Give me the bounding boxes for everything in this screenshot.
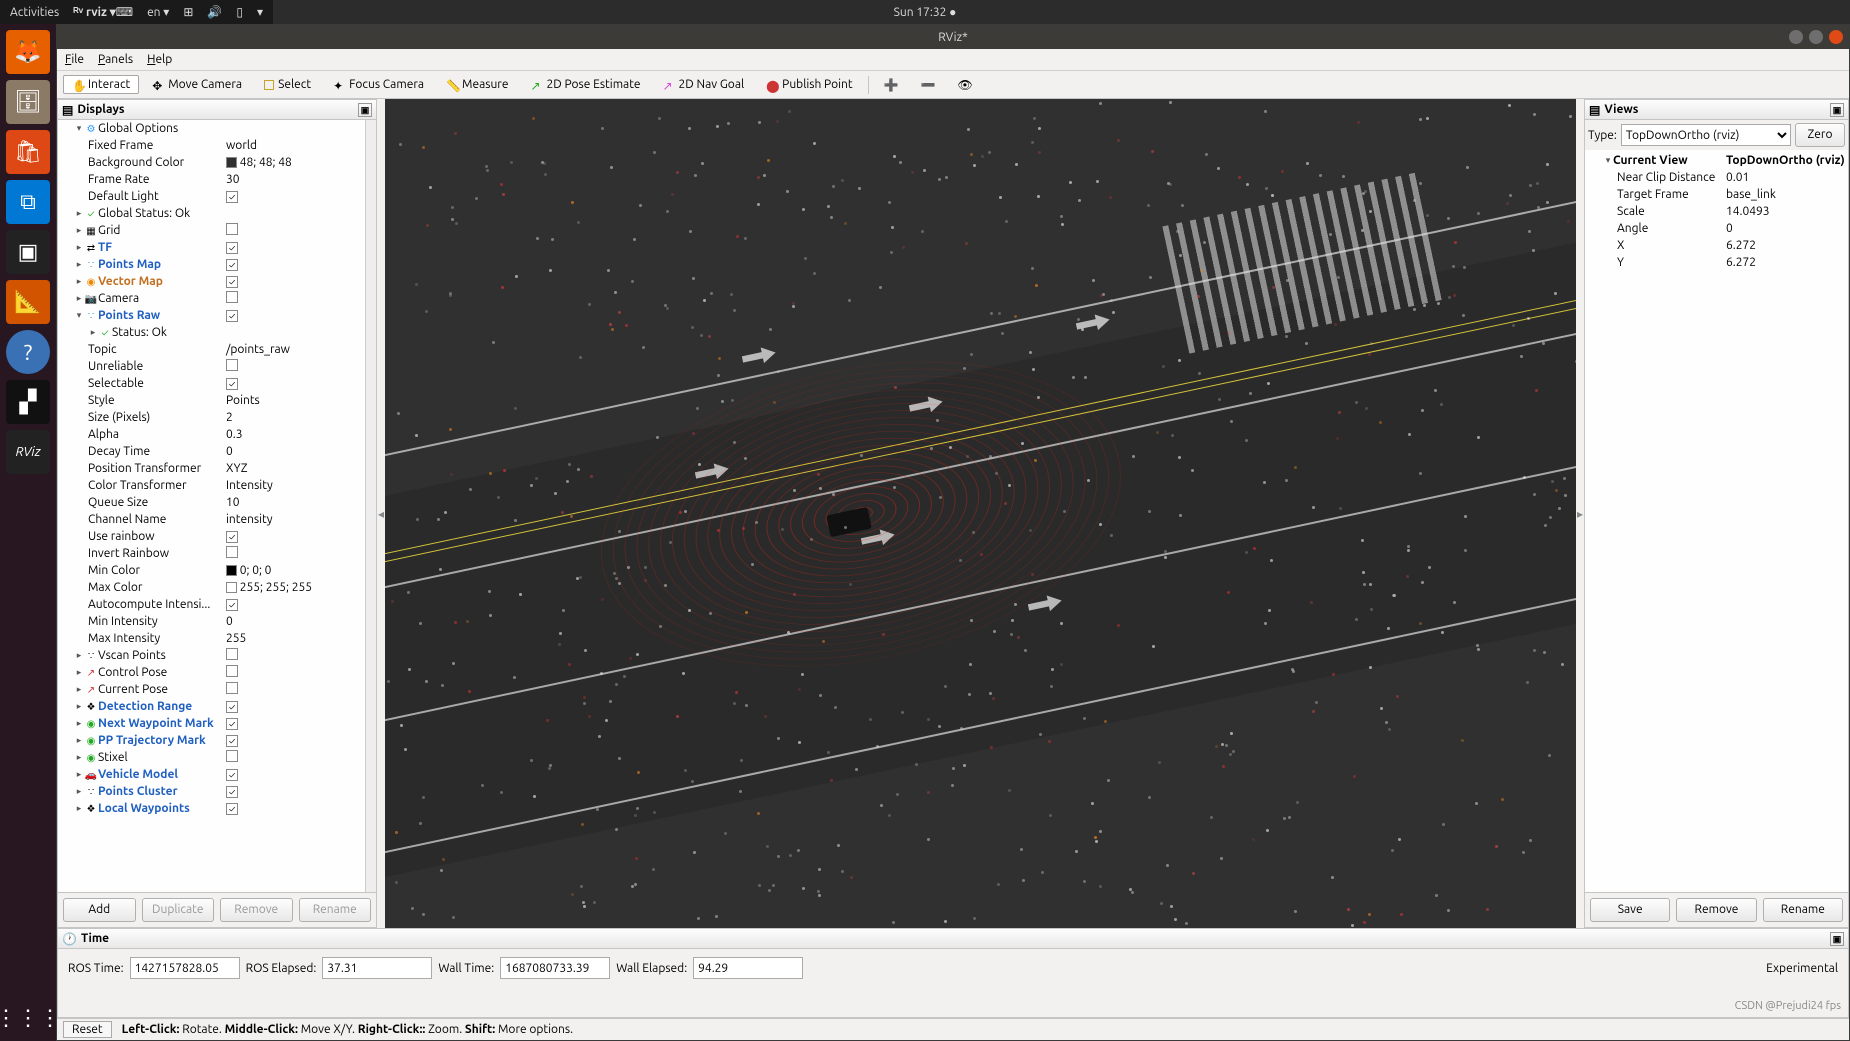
- dock-software[interactable]: 🛍: [6, 130, 50, 174]
- clock-icon: 🕐: [62, 932, 77, 946]
- select-icon: [264, 80, 274, 90]
- arrow-green-icon: ↗: [530, 79, 542, 91]
- wall-time-label: Wall Time:: [438, 962, 494, 975]
- ros-time-label: ROS Time:: [68, 962, 124, 975]
- tool-publish-point[interactable]: ⬤Publish Point: [757, 75, 861, 94]
- app-menu[interactable]: ᴿᵛ rviz ▾: [73, 5, 116, 19]
- time-panel: 🕐 Time ▣ ROS Time: ROS Elapsed: Wall Time:…: [57, 928, 1849, 1018]
- dock-autoware[interactable]: ▞: [6, 380, 50, 424]
- dock-help[interactable]: ?: [6, 330, 50, 374]
- close-icon[interactable]: [1829, 30, 1843, 44]
- tool-toggle-display[interactable]: 👁: [949, 75, 982, 95]
- minimize-icon[interactable]: [1789, 30, 1803, 44]
- splitter-right[interactable]: ▸: [1576, 99, 1584, 928]
- tool-2d-pose-estimate[interactable]: ↗2D Pose Estimate: [521, 75, 649, 94]
- clock[interactable]: Sun 17:32 ●: [894, 5, 957, 19]
- displays-close-icon[interactable]: ▣: [358, 103, 372, 117]
- checkbox[interactable]: ✓: [226, 191, 238, 203]
- arrow-pink-icon: ↗: [663, 79, 675, 91]
- zero-button[interactable]: Zero: [1795, 123, 1845, 147]
- watermark: CSDN @Prejudi24 fps: [1735, 1000, 1841, 1012]
- dock-files[interactable]: 🗄: [6, 80, 50, 124]
- activities-button[interactable]: Activities: [10, 6, 59, 19]
- menu-help[interactable]: Help: [147, 53, 172, 66]
- ros-elapsed-field[interactable]: [322, 957, 432, 979]
- tool-add-display[interactable]: ➕: [875, 75, 908, 95]
- eye-icon: 👁: [958, 78, 973, 92]
- displays-tree[interactable]: ▾⚙Global Options Fixed Frameworld Backgr…: [58, 120, 376, 892]
- ros-elapsed-label: ROS Elapsed:: [246, 962, 317, 975]
- experimental-label: Experimental: [1766, 962, 1838, 975]
- tool-measure[interactable]: 📏Measure: [437, 75, 517, 94]
- wall-elapsed-field[interactable]: [693, 957, 803, 979]
- keyboard-icon[interactable]: ⌨: [116, 5, 133, 19]
- views-title: Views: [1604, 103, 1638, 116]
- dock-firefox[interactable]: 🦊: [6, 30, 50, 74]
- minus-icon: ➖: [921, 78, 936, 92]
- lang-indicator[interactable]: en ▾: [147, 5, 169, 19]
- show-applications-icon[interactable]: ⋮⋮⋮: [0, 1005, 61, 1031]
- views-close-icon[interactable]: ▣: [1830, 103, 1844, 117]
- network-icon[interactable]: ⊞: [183, 5, 193, 19]
- views-save-button[interactable]: Save: [1590, 898, 1670, 922]
- tool-2d-nav-goal[interactable]: ↗2D Nav Goal: [654, 75, 754, 94]
- dock: 🦊 🗄 🛍 ⧉ ▣ 📐 ? ▞ RViz ⋮⋮⋮: [0, 24, 56, 1041]
- window-titlebar[interactable]: RViz*: [57, 25, 1849, 49]
- menu-panels[interactable]: Panels: [98, 53, 133, 66]
- views-panel: ▤ Views ▣ Type: TopDownOrtho (rviz) Zero ▾…: [1584, 99, 1849, 928]
- hand-icon: ✋: [72, 79, 84, 91]
- scrollbar[interactable]: [365, 120, 376, 892]
- scene: [385, 99, 1576, 928]
- time-close-icon[interactable]: ▣: [1830, 932, 1844, 946]
- duplicate-button[interactable]: Duplicate: [142, 898, 215, 922]
- time-title: Time: [81, 932, 109, 945]
- add-button[interactable]: Add: [63, 898, 136, 922]
- rviz-window: RViz* File Panels Help ✋Interact ✥Move C…: [56, 24, 1850, 1041]
- displays-panel: ▤ Displays ▣ ▾⚙Global Options Fixed Framew…: [57, 99, 377, 928]
- menubar: File Panels Help: [57, 49, 1849, 71]
- pin-icon: ⬤: [766, 79, 778, 91]
- plus-icon: ➕: [884, 78, 899, 92]
- move-icon: ✥: [152, 79, 164, 91]
- tool-focus[interactable]: ✦Focus Camera: [324, 75, 433, 94]
- dock-terminal[interactable]: ▣: [6, 230, 50, 274]
- ros-time-field[interactable]: [130, 957, 240, 979]
- panel-icon: ▤: [62, 103, 73, 117]
- volume-icon[interactable]: 🔊: [207, 5, 222, 19]
- toolbar: ✋Interact ✥Move Camera Select ✦Focus Cam…: [57, 71, 1849, 99]
- wall-elapsed-label: Wall Elapsed:: [616, 962, 687, 975]
- ruler-icon: 📏: [446, 79, 458, 91]
- views-type-label: Type:: [1588, 129, 1617, 142]
- power-icon[interactable]: ▾: [257, 5, 263, 19]
- views-rename-button[interactable]: Rename: [1763, 898, 1843, 922]
- remove-button[interactable]: Remove: [220, 898, 293, 922]
- views-tree[interactable]: ▾Current ViewTopDownOrtho (rviz) Near Cl…: [1585, 150, 1848, 892]
- tool-move-camera[interactable]: ✥Move Camera: [143, 75, 251, 94]
- menu-file[interactable]: File: [65, 53, 84, 66]
- reset-button[interactable]: Reset: [63, 1021, 112, 1038]
- views-remove-button[interactable]: Remove: [1676, 898, 1756, 922]
- splitter-left[interactable]: ◂: [377, 99, 385, 928]
- tool-remove-display[interactable]: ➖: [912, 75, 945, 95]
- dock-rviz[interactable]: RViz: [6, 430, 50, 474]
- statusbar: Reset Left-Click: Rotate. Middle-Click: …: [57, 1018, 1849, 1040]
- status-hints: Left-Click: Rotate. Middle-Click: Move X…: [122, 1023, 573, 1036]
- gnome-top-bar: Activities ᴿᵛ rviz ▾ Sun 17:32 ● ⌨ en ▾ …: [0, 0, 273, 24]
- tool-select[interactable]: Select: [255, 75, 320, 94]
- maximize-icon[interactable]: [1809, 30, 1823, 44]
- 3d-viewport[interactable]: [385, 99, 1576, 928]
- dock-vscode[interactable]: ⧉: [6, 180, 50, 224]
- focus-icon: ✦: [333, 79, 345, 91]
- tool-interact[interactable]: ✋Interact: [63, 75, 139, 94]
- panel-icon: ▤: [1589, 103, 1600, 117]
- dock-matlab[interactable]: 📐: [6, 280, 50, 324]
- views-type-select[interactable]: TopDownOrtho (rviz): [1621, 124, 1791, 146]
- window-title: RViz*: [938, 31, 968, 44]
- wall-time-field[interactable]: [500, 957, 610, 979]
- rename-button[interactable]: Rename: [299, 898, 372, 922]
- displays-title: Displays: [77, 103, 124, 116]
- battery-icon[interactable]: ▯: [236, 5, 243, 19]
